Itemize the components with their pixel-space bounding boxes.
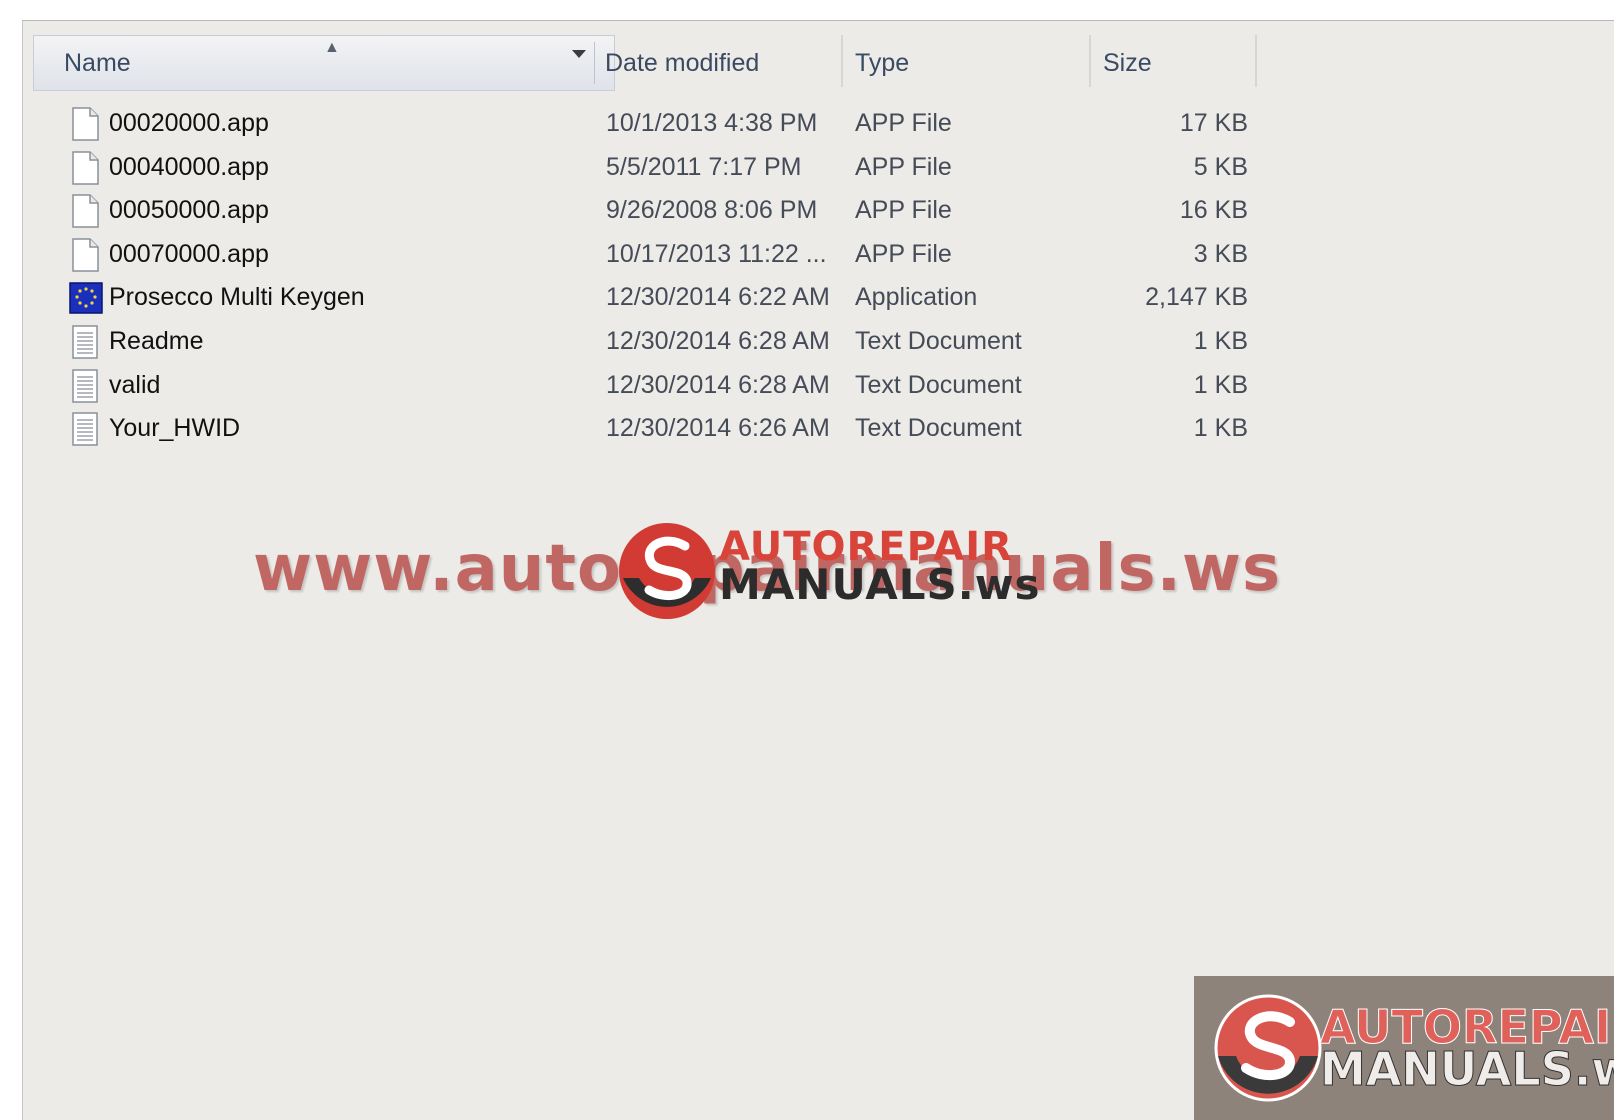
column-header-date-modified[interactable]: Date modified: [593, 35, 843, 91]
file-size: 16 KB: [1179, 196, 1248, 225]
file-row[interactable]: Your_HWID 12/30/2014 6:26 AM Text Document…: [23, 406, 1323, 450]
file-explorer-pane: Name ▲ Date modified Type Size 00020000.…: [22, 20, 1614, 1120]
file-date-modified: 12/30/2014 6:26 AM: [606, 414, 830, 443]
application-icon: [69, 281, 103, 315]
file-type: APP File: [855, 196, 952, 225]
file-size: 1 KB: [1193, 370, 1248, 399]
file-type: Application: [855, 283, 978, 312]
file-date-modified: 12/30/2014 6:22 AM: [606, 283, 830, 312]
blank-file-icon: [69, 150, 101, 185]
file-date-modified: 10/1/2013 4:38 PM: [606, 109, 818, 137]
sort-up-icon: ▲: [324, 39, 340, 56]
blank-file-icon: [69, 107, 101, 141]
file-row[interactable]: 00020000.app 10/1/2013 4:38 PM APP File 17 …: [23, 101, 1323, 145]
column-header-size[interactable]: Size: [1091, 35, 1261, 91]
file-row[interactable]: valid 12/30/2014 6:28 AM Text Document 1 KB: [23, 363, 1323, 407]
file-row[interactable]: 00070000.app 10/17/2013 11:22 ... APP File…: [23, 232, 1323, 276]
column-divider[interactable]: [1255, 35, 1257, 87]
file-type: Text Document: [855, 414, 1022, 443]
text-document-icon: [69, 325, 101, 359]
file-date-modified: 12/30/2014 6:28 AM: [606, 370, 830, 399]
file-name: Prosecco Multi Keygen: [109, 283, 365, 312]
file-date-modified: 9/26/2008 8:06 PM: [606, 196, 818, 225]
file-name: 00040000.app: [109, 152, 269, 181]
file-date-modified: 5/5/2011 7:17 PM: [606, 152, 802, 181]
file-size: 3 KB: [1193, 239, 1248, 268]
watermark-logo-bottom-text: MANUALS.ws: [719, 560, 1041, 609]
file-name: 00070000.app: [109, 239, 269, 268]
file-name: 00020000.app: [109, 109, 269, 137]
column-header-name[interactable]: Name ▲: [33, 35, 615, 91]
column-header-type-label: Type: [855, 48, 910, 77]
watermark-logo: AUTOREPAIR MANUALS.ws: [615, 516, 1040, 626]
file-row[interactable]: 00050000.app 9/26/2008 8:06 PM APP File 16 …: [23, 188, 1323, 232]
text-document-icon: [69, 412, 101, 446]
file-name: 00050000.app: [109, 196, 269, 225]
file-row[interactable]: Readme 12/30/2014 6:28 AM Text Document 1 K…: [23, 319, 1323, 363]
autorepair-logo-icon: [1214, 994, 1322, 1102]
column-header-date-label: Date modified: [605, 48, 760, 77]
chevron-down-icon[interactable]: [572, 50, 586, 58]
column-header-name-label: Name: [64, 48, 131, 77]
blank-file-icon: [69, 238, 101, 272]
file-size: 1 KB: [1193, 327, 1248, 355]
file-size: 2,147 KB: [1145, 283, 1248, 312]
file-type: Text Document: [855, 327, 1022, 355]
file-type: APP File: [855, 109, 952, 137]
file-date-modified: 10/17/2013 11:22 ...: [606, 239, 827, 268]
corner-logo: AUTOREPAIR MANUALS.ws: [1194, 976, 1614, 1120]
file-name: Your_HWID: [109, 414, 241, 443]
blank-file-icon: [69, 194, 101, 228]
column-header-type[interactable]: Type: [843, 35, 1093, 91]
autorepair-logo-icon: [619, 523, 715, 619]
file-type: Text Document: [855, 370, 1022, 399]
file-row[interactable]: Prosecco Multi Keygen 12/30/2014 6:22 AM A…: [23, 275, 1323, 319]
watermark: www.autorepairmanuals.ws AUTOREPAIR MANU…: [253, 516, 1383, 626]
file-size: 5 KB: [1193, 152, 1248, 181]
file-type: APP File: [855, 152, 952, 181]
column-header-row: Name ▲ Date modified Type Size: [23, 35, 1323, 91]
file-size: 17 KB: [1179, 109, 1248, 137]
corner-logo-bottom-text: MANUALS.ws: [1319, 1042, 1614, 1097]
file-name: valid: [109, 370, 161, 399]
file-date-modified: 12/30/2014 6:28 AM: [606, 327, 830, 355]
text-document-icon: [69, 368, 101, 403]
file-name: Readme: [109, 327, 204, 355]
column-header-size-label: Size: [1103, 48, 1152, 77]
file-type: APP File: [855, 239, 952, 268]
file-size: 1 KB: [1193, 414, 1248, 443]
file-row[interactable]: 00040000.app 5/5/2011 7:17 PM APP File 5 KB: [23, 145, 1323, 189]
